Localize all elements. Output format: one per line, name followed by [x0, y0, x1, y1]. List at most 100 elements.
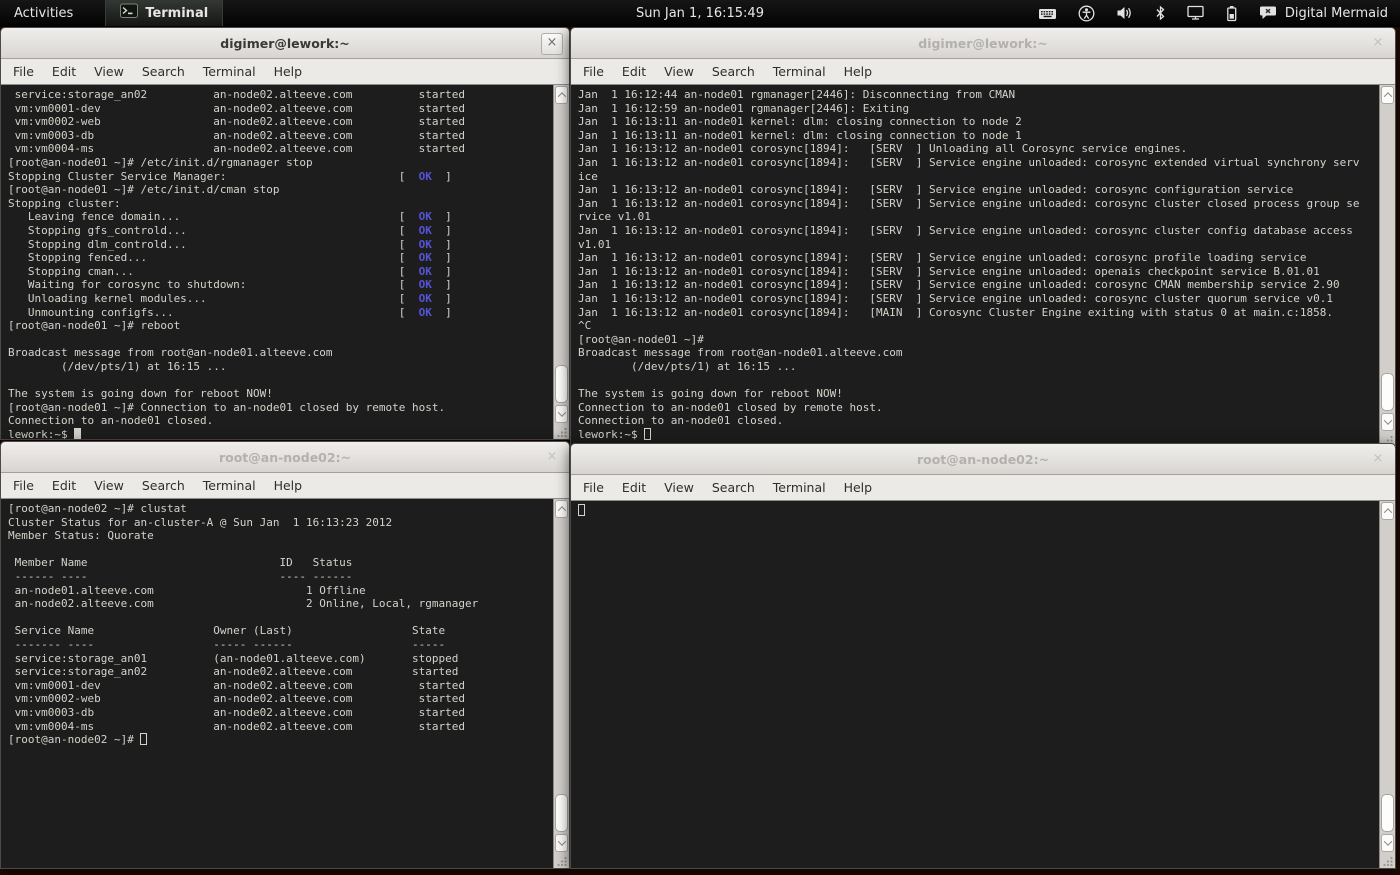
menu-search[interactable]: Search — [703, 480, 764, 495]
terminal-line: [root@an-node02 ~]# clustat — [8, 502, 551, 516]
menu-file[interactable]: File — [4, 64, 43, 79]
terminal-line: Member Status: Quorate — [8, 529, 551, 543]
bluetooth-icon[interactable] — [1155, 5, 1166, 21]
terminal-line: ice — [578, 170, 1377, 184]
desktop[interactable]: { "top_bar": { "activities_label": "Acti… — [0, 0, 1400, 875]
scroll-up-button[interactable] — [1381, 86, 1394, 104]
scrollbar[interactable] — [1379, 85, 1395, 447]
menu-edit[interactable]: Edit — [43, 478, 85, 493]
menu-view[interactable]: View — [85, 64, 133, 79]
terminal-line: service:storage_an02 an-node02.alteeve.c… — [8, 88, 551, 102]
titlebar[interactable]: root@an-node02:~ × — [571, 444, 1395, 475]
scrollbar[interactable] — [553, 85, 569, 439]
prompt: lework:~$ — [578, 428, 644, 441]
menu-search[interactable]: Search — [703, 64, 764, 79]
scrollbar-trough[interactable] — [554, 105, 569, 404]
terminal-line: vm:vm0002-web an-node02.alteeve.com star… — [8, 692, 551, 706]
accessibility-icon[interactable] — [1078, 5, 1095, 22]
menu-terminal[interactable]: Terminal — [194, 478, 265, 493]
titlebar[interactable]: root@an-node02:~ × — [1, 442, 569, 473]
scrollbar-thumb[interactable] — [555, 365, 568, 403]
close-button[interactable]: × — [1367, 449, 1389, 471]
terminal-line: Cluster Status for an-cluster-A @ Sun Ja… — [8, 516, 551, 530]
resize-grip[interactable] — [554, 424, 569, 439]
close-button[interactable]: × — [541, 447, 563, 469]
terminal-line: Jan 1 16:12:59 an-node01 rgmanager[2446]… — [578, 102, 1377, 116]
menu-search[interactable]: Search — [133, 64, 194, 79]
menu-view[interactable]: View — [655, 480, 703, 495]
terminal-window-top-right[interactable]: digimer@lework:~ × File Edit View Search… — [570, 27, 1396, 448]
scrollbar-trough[interactable] — [1380, 105, 1395, 412]
terminal-line: Stopping cluster: — [8, 197, 551, 211]
battery-icon[interactable] — [1225, 5, 1238, 22]
scrollbar-trough[interactable] — [554, 519, 569, 833]
menu-help[interactable]: Help — [265, 64, 312, 79]
resize-grip[interactable] — [554, 853, 569, 868]
menu-terminal[interactable]: Terminal — [764, 480, 835, 495]
terminal-line: Jan 1 16:13:12 an-node01 corosync[1894]:… — [578, 251, 1377, 265]
terminal-line: vm:vm0002-web an-node02.alteeve.com star… — [8, 115, 551, 129]
scrollbar-thumb[interactable] — [1381, 373, 1394, 411]
user-menu[interactable]: Digital Mermaid — [1259, 5, 1388, 21]
terminal-window-bottom-left[interactable]: root@an-node02:~ × File Edit View Search… — [0, 441, 570, 869]
terminal-line: Connection to an-node01 closed. — [578, 414, 1377, 428]
terminal-line: Broadcast message from root@an-node01.al… — [8, 346, 551, 360]
scroll-down-button[interactable] — [1381, 834, 1394, 852]
menu-terminal[interactable]: Terminal — [764, 64, 835, 79]
app-menu-label: Terminal — [145, 6, 208, 21]
scrollbar[interactable] — [553, 499, 569, 868]
menu-help[interactable]: Help — [835, 480, 882, 495]
menu-search[interactable]: Search — [133, 478, 194, 493]
volume-icon[interactable] — [1116, 5, 1134, 21]
terminal-line: vm:vm0001-dev an-node02.alteeve.com star… — [8, 102, 551, 116]
menu-edit[interactable]: Edit — [613, 480, 655, 495]
display-icon[interactable] — [1187, 5, 1204, 21]
menu-help[interactable]: Help — [835, 64, 882, 79]
terminal-line — [8, 333, 551, 347]
terminal-content[interactable]: service:storage_an02 an-node02.alteeve.c… — [1, 85, 569, 439]
menu-file[interactable]: File — [574, 64, 613, 79]
terminal-cursor — [644, 428, 651, 440]
terminal-line: (/dev/pts/1) at 16:15 ... — [8, 360, 551, 374]
scrollbar[interactable] — [1379, 501, 1395, 868]
titlebar[interactable]: digimer@lework:~ × — [1, 28, 569, 59]
menu-edit[interactable]: Edit — [43, 64, 85, 79]
menu-view[interactable]: View — [655, 64, 703, 79]
terminal-content[interactable]: [root@an-node02 ~]# clustatCluster Statu… — [1, 499, 569, 868]
terminal-window-top-left[interactable]: digimer@lework:~ × File Edit View Search… — [0, 27, 570, 440]
scrollbar-thumb[interactable] — [555, 794, 568, 832]
terminal-cursor — [140, 733, 147, 745]
menu-view[interactable]: View — [85, 478, 133, 493]
menu-help[interactable]: Help — [265, 478, 312, 493]
scroll-down-button[interactable] — [555, 405, 568, 423]
scroll-down-button[interactable] — [1381, 413, 1394, 431]
keyboard-icon[interactable] — [1038, 6, 1057, 21]
app-menu-terminal[interactable]: Terminal — [105, 0, 223, 26]
scrollbar-trough[interactable] — [1380, 521, 1395, 833]
terminal-line: Jan 1 16:13:12 an-node01 corosync[1894]:… — [578, 278, 1377, 292]
menu-terminal[interactable]: Terminal — [194, 64, 265, 79]
close-button[interactable]: × — [1367, 33, 1389, 55]
scrollbar-thumb[interactable] — [1381, 794, 1394, 832]
titlebar[interactable]: digimer@lework:~ × — [571, 28, 1395, 59]
terminal-content[interactable] — [571, 501, 1395, 868]
close-button[interactable]: × — [541, 33, 563, 55]
terminal-line: [root@an-node01 ~]# /etc/init.d/cman sto… — [8, 183, 551, 197]
terminal-line: [root@an-node01 ~]# Connection to an-nod… — [8, 401, 551, 415]
scroll-up-button[interactable] — [555, 500, 568, 518]
activities-button[interactable]: Activities — [0, 0, 87, 26]
terminal-line: an-node01.alteeve.com 1 Offline — [8, 584, 551, 598]
scroll-up-button[interactable] — [555, 86, 568, 104]
prompt-line: lework:~$ — [8, 428, 551, 439]
menu-file[interactable]: File — [4, 478, 43, 493]
terminal-window-bottom-right[interactable]: root@an-node02:~ × File Edit View Search… — [570, 443, 1396, 869]
resize-grip[interactable] — [1380, 853, 1395, 868]
scroll-down-button[interactable] — [555, 834, 568, 852]
menu-file[interactable]: File — [574, 480, 613, 495]
terminal-line: vm:vm0003-db an-node02.alteeve.com start… — [8, 129, 551, 143]
menu-edit[interactable]: Edit — [613, 64, 655, 79]
user-name-label: Digital Mermaid — [1285, 6, 1388, 21]
scroll-up-button[interactable] — [1381, 502, 1394, 520]
terminal-content[interactable]: Jan 1 16:12:44 an-node01 rgmanager[2446]… — [571, 85, 1395, 447]
terminal-line: Stopping Cluster Service Manager: [ OK ] — [8, 170, 551, 184]
